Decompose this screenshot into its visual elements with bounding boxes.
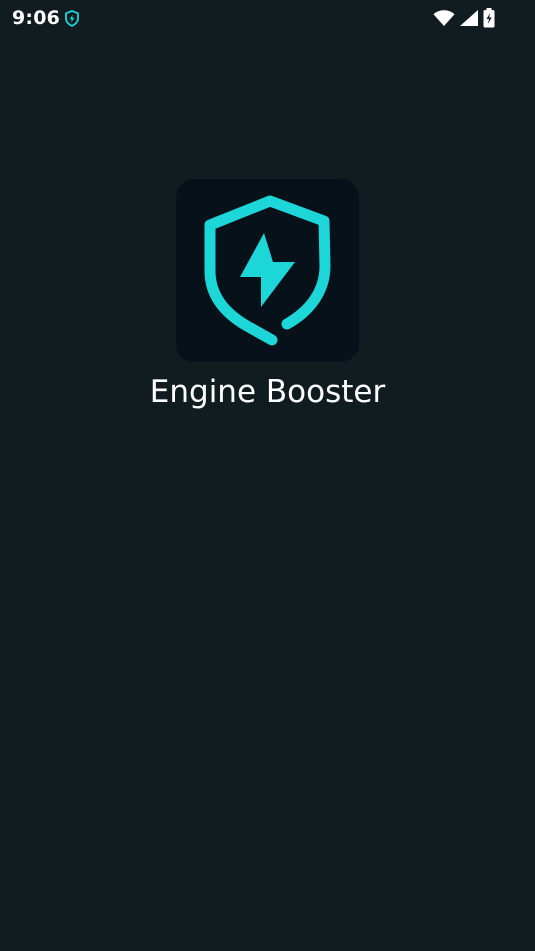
app-icon bbox=[176, 179, 359, 362]
battery-charging-icon bbox=[483, 8, 495, 28]
wifi-icon bbox=[433, 9, 455, 27]
cellular-signal-icon bbox=[459, 9, 479, 27]
status-icons bbox=[433, 7, 495, 29]
app-name: Engine Booster bbox=[149, 374, 386, 410]
shield-bolt-icon bbox=[204, 195, 331, 346]
status-time: 9:06 bbox=[12, 7, 61, 29]
status-bar: 9:06 bbox=[0, 0, 535, 36]
splash-screen: 9:06 Engine Booster bbox=[0, 0, 535, 951]
shield-bolt-icon bbox=[64, 10, 80, 27]
